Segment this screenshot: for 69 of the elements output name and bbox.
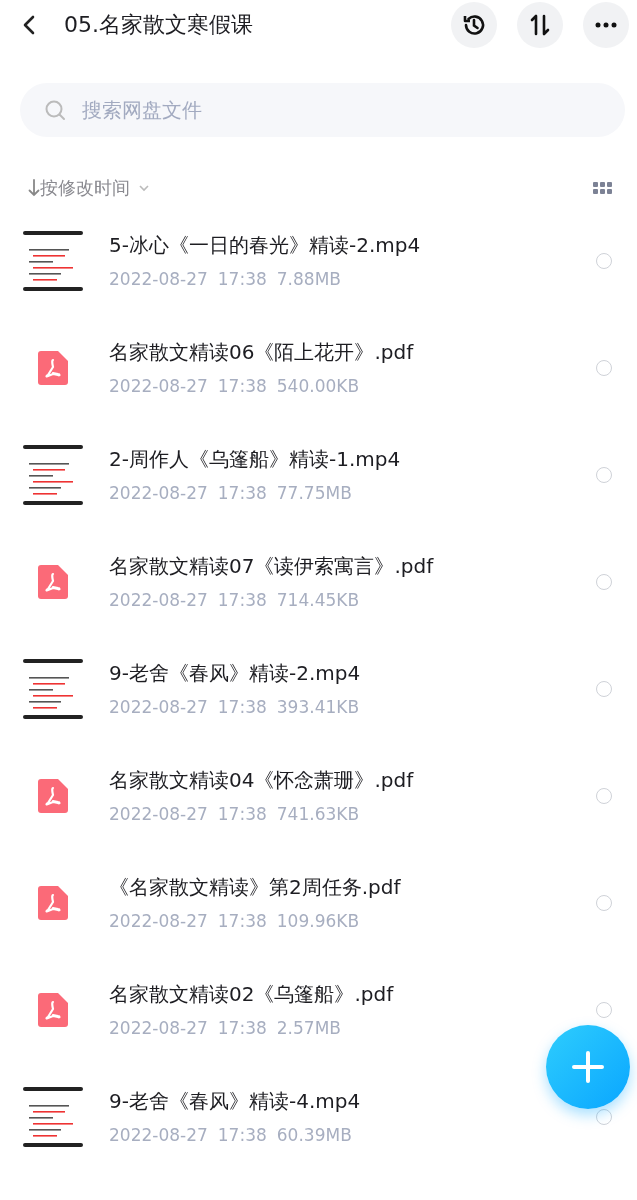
file-name: 名家散文精读07《读伊索寓言》.pdf bbox=[109, 553, 435, 580]
plus-icon bbox=[572, 1051, 604, 1083]
file-size: 393.41KB bbox=[276, 697, 360, 717]
folder-title: 05.名家散文寒假课 bbox=[64, 11, 254, 39]
file-row[interactable]: 名家散文精读07《读伊索寓言》.pdf 2022-08-27 17:38 714.45KB bbox=[0, 528, 637, 635]
file-row[interactable]: 名家散文精读06《陌上花开》.pdf 2022-08-27 17:38 540.00KB bbox=[0, 314, 637, 421]
file-time: 17:38 bbox=[217, 376, 267, 396]
sort-button[interactable] bbox=[517, 2, 563, 48]
file-row[interactable]: 5-冰心《一日的春光》精读-2.mp4 2022-08-27 17:38 7.88MB bbox=[0, 207, 637, 314]
video-thumbnail bbox=[23, 230, 83, 291]
history-button[interactable] bbox=[451, 2, 497, 48]
file-date: 2022-08-27 bbox=[109, 911, 208, 931]
file-name: 名家散文精读04《怀念萧珊》.pdf bbox=[109, 767, 415, 794]
file-row[interactable]: 9-老舍《春风》精读-2.mp4 2022-08-27 17:38 393.41KB bbox=[0, 635, 637, 742]
pdf-file-icon bbox=[38, 885, 68, 920]
more-button[interactable] bbox=[583, 2, 629, 48]
file-name: 2-周作人《乌篷船》精读-1.mp4 bbox=[109, 446, 402, 473]
file-time: 17:38 bbox=[217, 590, 267, 610]
file-date: 2022-08-27 bbox=[109, 1018, 208, 1038]
sort-arrows-icon bbox=[528, 13, 552, 37]
file-row[interactable]: 名家散文精读02《乌篷船》.pdf 2022-08-27 17:38 2.57MB bbox=[0, 956, 637, 1063]
down-arrow-icon bbox=[28, 179, 40, 197]
file-size: 2.57MB bbox=[276, 1018, 341, 1038]
add-button[interactable] bbox=[546, 1025, 630, 1109]
video-thumbnail bbox=[23, 444, 83, 505]
video-thumbnail bbox=[23, 1086, 83, 1147]
file-time: 17:38 bbox=[217, 804, 267, 824]
file-time: 17:38 bbox=[217, 911, 267, 931]
file-size: 60.39MB bbox=[276, 1125, 352, 1145]
file-date: 2022-08-27 bbox=[109, 590, 208, 610]
file-size: 7.88MB bbox=[276, 269, 341, 289]
file-time: 17:38 bbox=[217, 1018, 267, 1038]
file-size: 714.45KB bbox=[276, 590, 360, 610]
file-name: 9-老舍《春风》精读-4.mp4 bbox=[109, 1088, 362, 1115]
video-thumbnail bbox=[23, 658, 83, 719]
file-name: 9-老舍《春风》精读-2.mp4 bbox=[109, 660, 362, 687]
file-size: 741.63KB bbox=[276, 804, 360, 824]
sort-order-dropdown[interactable]: 按修改时间 bbox=[40, 176, 150, 200]
grid-view-icon[interactable] bbox=[593, 181, 613, 195]
pdf-file-icon bbox=[38, 564, 68, 599]
pdf-file-icon bbox=[38, 992, 68, 1027]
file-name: 名家散文精读02《乌篷船》.pdf bbox=[109, 981, 395, 1008]
file-size: 540.00KB bbox=[276, 376, 360, 396]
search-field[interactable]: 搜索网盘文件 bbox=[20, 83, 625, 137]
file-date: 2022-08-27 bbox=[109, 804, 208, 824]
file-date: 2022-08-27 bbox=[109, 697, 208, 717]
file-date: 2022-08-27 bbox=[109, 269, 208, 289]
more-icon bbox=[595, 22, 617, 28]
file-size: 77.75MB bbox=[276, 483, 352, 503]
file-size: 109.96KB bbox=[276, 911, 360, 931]
file-name: 名家散文精读06《陌上花开》.pdf bbox=[109, 339, 415, 366]
history-icon bbox=[461, 12, 487, 38]
chevron-down-icon bbox=[138, 184, 150, 192]
pdf-file-icon bbox=[38, 350, 68, 385]
file-time: 17:38 bbox=[217, 697, 267, 717]
file-row[interactable]: 《名家散文精读》第2周任务.pdf 2022-08-27 17:38 109.96KB bbox=[0, 849, 637, 956]
file-date: 2022-08-27 bbox=[109, 1125, 208, 1145]
search-icon bbox=[44, 99, 66, 121]
file-time: 17:38 bbox=[217, 483, 267, 503]
file-date: 2022-08-27 bbox=[109, 483, 208, 503]
file-time: 17:38 bbox=[217, 269, 267, 289]
file-row[interactable]: 名家散文精读04《怀念萧珊》.pdf 2022-08-27 17:38 741.63KB bbox=[0, 742, 637, 849]
file-name: 《名家散文精读》第2周任务.pdf bbox=[109, 874, 402, 901]
file-time: 17:38 bbox=[217, 1125, 267, 1145]
file-row[interactable]: 2-周作人《乌篷船》精读-1.mp4 2022-08-27 17:38 77.75MB bbox=[0, 421, 637, 528]
pdf-file-icon bbox=[38, 778, 68, 813]
file-name: 5-冰心《一日的春光》精读-2.mp4 bbox=[109, 232, 422, 259]
file-date: 2022-08-27 bbox=[109, 376, 208, 396]
back-icon bbox=[22, 14, 36, 36]
